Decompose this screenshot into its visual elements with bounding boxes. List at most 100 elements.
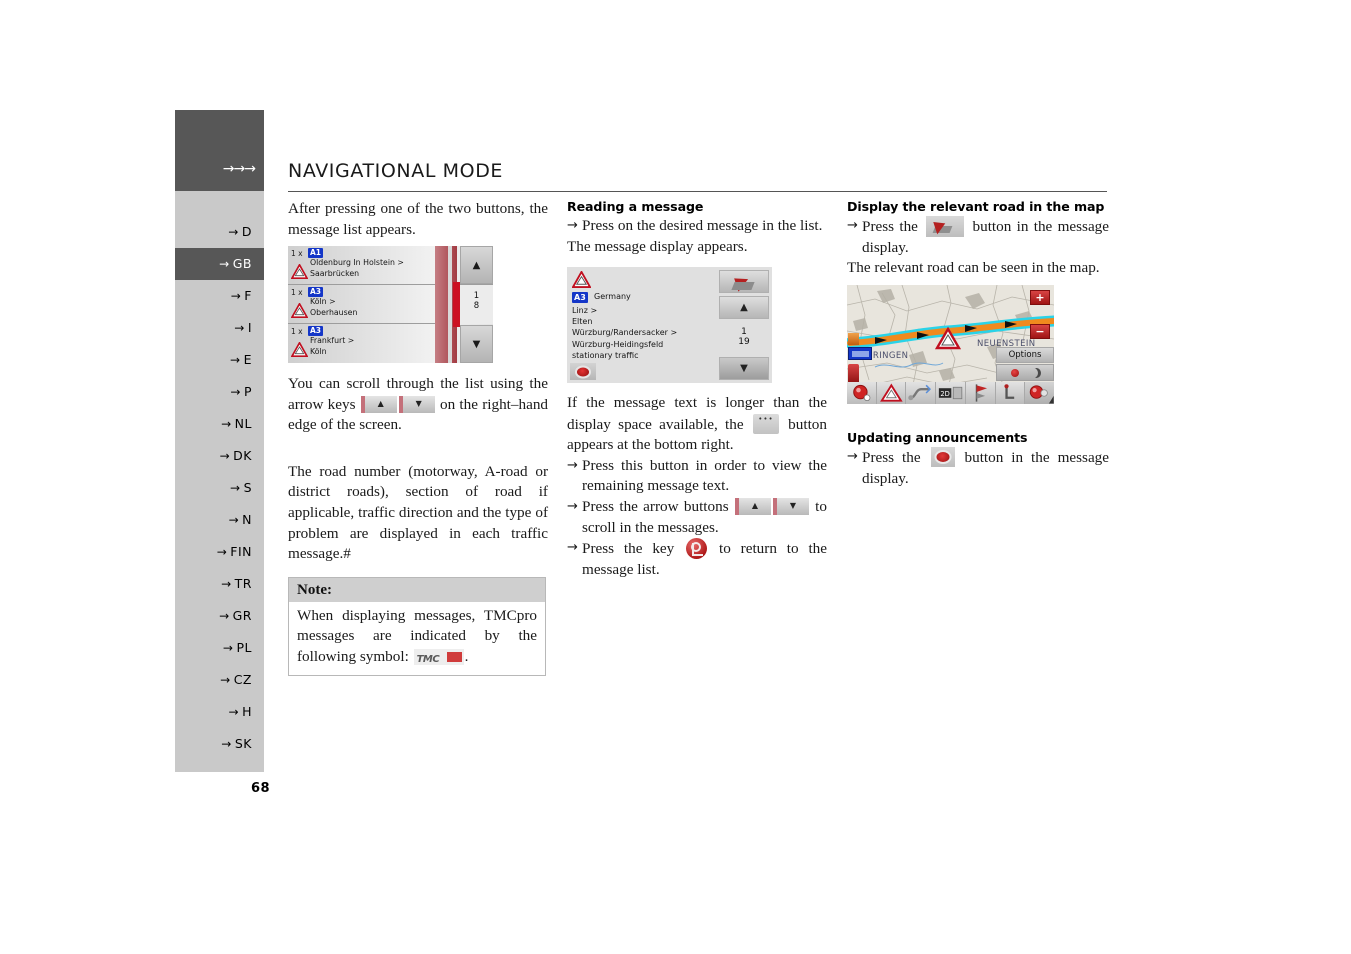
arrow-right-icon: →	[230, 385, 241, 399]
toolbar-button-menu[interactable]	[1025, 382, 1054, 404]
sidebar-item-f[interactable]: → F	[175, 280, 264, 312]
scroll-up-button[interactable]: ▲	[719, 296, 769, 319]
zoom-in-button[interactable]: +	[1030, 290, 1050, 305]
position-marker-icon	[1004, 384, 1014, 399]
sidebar-item-label: TR	[234, 576, 252, 591]
arrow-right-icon: →	[847, 218, 858, 233]
warning-triangle-icon	[291, 303, 308, 318]
column-right: Display the relevant road in the map → Pr…	[847, 199, 1109, 279]
road-marker-icon	[848, 333, 859, 345]
bullet-press-message: → Press on the desired message in the lis…	[567, 216, 827, 237]
sidebar-item-d[interactable]: → D	[175, 216, 264, 248]
sidebar-item-label: H	[242, 704, 252, 719]
toolbar-button-destination[interactable]	[965, 382, 996, 404]
arrow-right-icon: →	[216, 545, 228, 559]
route-icon	[908, 384, 932, 401]
bullet-press-map-button: → Press the button in the message display…	[847, 216, 1109, 258]
arrow-right-icon: →	[230, 481, 241, 495]
sidebar-item-dk[interactable]: → DK	[175, 440, 264, 472]
scroll-down-button[interactable]: ▼	[460, 325, 493, 363]
map-toolbar: 2D	[847, 382, 1054, 404]
sidebar-item-gb[interactable]: → GB	[175, 248, 264, 280]
sidebar-item-nl[interactable]: → NL	[175, 408, 264, 440]
tmc-pro-block	[446, 651, 462, 662]
arrow-right-icon: →	[221, 737, 232, 751]
message-text: Köln > Oberhausen	[310, 297, 358, 317]
scrollbar-gap	[448, 246, 452, 363]
sidebar-item-label: GR	[232, 608, 252, 623]
warning-triangle-icon	[291, 342, 308, 357]
sidebar-item-i[interactable]: → I	[175, 312, 264, 344]
relevant-road-text: The relevant road can be seen in the map…	[847, 259, 1100, 277]
scroll-down-icon[interactable]: ▼	[772, 497, 809, 515]
longer-text-paragraph: If the message text is longer than the d…	[567, 393, 827, 456]
toolbar-button-traffic[interactable]	[847, 382, 877, 404]
sidebar-item-tr[interactable]: → TR	[175, 568, 264, 600]
scroll-up-icon[interactable]: ▲	[734, 497, 771, 515]
bullet-text: Press on the desired message in the list…	[582, 217, 823, 234]
traffic-warning-icon	[853, 384, 871, 402]
scroll-down-icon[interactable]: ▼	[398, 395, 435, 413]
road-badge: A1	[308, 248, 324, 258]
column-left-lower: You can scroll through the list using th…	[288, 374, 548, 676]
arrow-right-icon: →	[219, 609, 230, 623]
arrow-right-icon: →	[228, 513, 240, 527]
screenshot-message-list: 1 x A1 Oldenburg In Holstein > Saarbrücke…	[288, 246, 493, 363]
scroll-paragraph: You can scroll through the list using th…	[288, 374, 548, 436]
sidebar-item-label: CZ	[233, 672, 252, 687]
bullet-arrow-buttons: → Press the arrow buttons ▲ ▼ to scroll in…	[567, 497, 827, 538]
back-key-icon[interactable]	[686, 538, 708, 560]
update-announcements-icon[interactable]	[930, 447, 955, 467]
message-text: Frankfurt > Köln	[310, 336, 355, 356]
bullet-text: Press this button in order to view the r…	[582, 456, 827, 495]
warning-triangle-icon	[879, 383, 903, 402]
scroll-up-icon[interactable]: ▲	[360, 395, 397, 413]
sidebar-item-gr[interactable]: → GR	[175, 600, 264, 632]
sidebar-item-e[interactable]: → E	[175, 344, 264, 376]
warning-triangle-icon	[291, 264, 308, 279]
show-on-map-button[interactable]	[719, 270, 769, 293]
update-announcements-button[interactable]	[570, 363, 596, 380]
column-right-lower: Updating announcements → Press the button…	[847, 430, 1109, 489]
toolbar-button-2d3d[interactable]: 2D	[936, 382, 966, 404]
flag-icon	[975, 384, 987, 402]
sidebar-item-sk[interactable]: → SK	[175, 728, 264, 760]
options-button[interactable]: Options	[996, 347, 1054, 363]
street-sign-icon	[848, 347, 872, 360]
show-on-map-icon[interactable]	[926, 216, 965, 237]
sidebar-item-h[interactable]: → H	[175, 696, 264, 728]
scroll-down-button[interactable]: ▼	[719, 357, 769, 380]
zoom-out-button[interactable]: −	[1030, 324, 1050, 339]
section-heading-reading: Reading a message	[567, 199, 704, 214]
sidebar-item-fin[interactable]: → FIN	[175, 536, 264, 568]
country-label: Germany	[594, 292, 631, 301]
scroll-up-button[interactable]: ▲	[460, 246, 493, 284]
page-indicator: 1 8	[460, 285, 493, 324]
arrow-right-icon: →	[567, 498, 578, 514]
sidebar-item-label: N	[242, 512, 252, 527]
sidebar-item-cz[interactable]: → CZ	[175, 664, 264, 696]
sidebar-item-s[interactable]: → S	[175, 472, 264, 504]
note-body: When displaying messages, TMCpro message…	[289, 602, 545, 675]
arrow-right-icon: →	[221, 577, 232, 591]
toolbar-button-position[interactable]	[995, 382, 1026, 404]
arrow-right-icon: →	[567, 457, 578, 473]
arrow-right-icon: →	[222, 641, 234, 655]
ellipsis-button-icon[interactable]: •••	[752, 413, 779, 434]
toolbar-button-route[interactable]	[906, 382, 937, 404]
sidebar-item-label: SK	[234, 736, 252, 751]
arrow-right-icon: →	[567, 218, 578, 233]
day-night-toggle[interactable]	[996, 364, 1054, 381]
document-page: →→→ → D → GB → F → I → E → P → NL → DK → S → N → FI…	[0, 0, 1351, 954]
note-heading: Note:	[289, 577, 545, 602]
screenshot-message-display: A3 Germany Linz > Elten Würzburg/Randers…	[567, 267, 772, 383]
scrollbar-thumb[interactable]	[453, 282, 460, 327]
bullet-text-before: Press the	[862, 218, 918, 235]
message-display-appears: The message display appears.	[567, 237, 748, 255]
sidebar-item-n[interactable]: → N	[175, 504, 264, 536]
page-current: 1	[741, 327, 747, 337]
sidebar-item-p[interactable]: → P	[175, 376, 264, 408]
sidebar-item-pl[interactable]: → PL	[175, 632, 264, 664]
toolbar-button-warnings[interactable]	[876, 382, 907, 404]
svg-text:2D: 2D	[941, 390, 950, 398]
